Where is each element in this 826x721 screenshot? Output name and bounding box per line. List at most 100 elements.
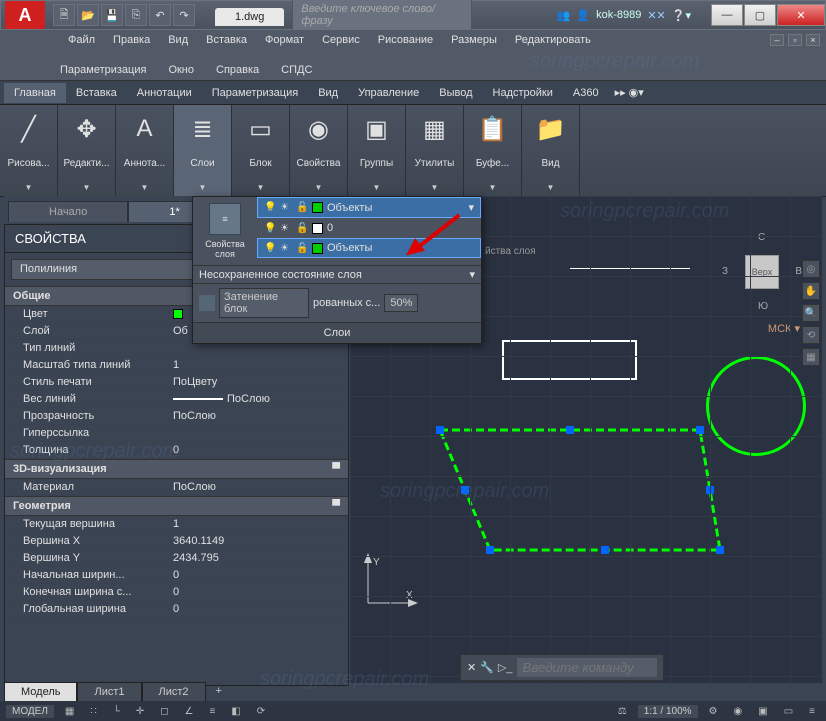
fade-percent-input[interactable]: 50% bbox=[384, 294, 418, 312]
minimize-button[interactable]: — bbox=[711, 4, 743, 26]
panel-[interactable]: A Аннота... ▼ bbox=[116, 105, 174, 196]
file-tab-start[interactable]: Начало bbox=[8, 201, 128, 222]
menu-view[interactable]: Вид bbox=[166, 32, 190, 48]
prop-row[interactable]: ПрозрачностьПоСлою bbox=[5, 408, 348, 425]
orbit-icon[interactable]: ⟲ bbox=[802, 326, 820, 344]
prop-val[interactable]: ПоСлою bbox=[173, 393, 348, 405]
color-swatch[interactable] bbox=[312, 223, 323, 234]
prop-val[interactable]: 3640.1149 bbox=[173, 535, 348, 547]
prop-row[interactable]: Стиль печатиПоЦвету bbox=[5, 374, 348, 391]
undo-icon[interactable]: ↶ bbox=[149, 4, 171, 26]
bulb-icon[interactable]: 💡 bbox=[264, 223, 276, 234]
menu-help[interactable]: Справка bbox=[214, 62, 261, 78]
help-dropdown-icon[interactable]: ❔▾ bbox=[672, 9, 691, 22]
tab-home[interactable]: Главная bbox=[4, 83, 66, 103]
search-input[interactable]: Введите ключевое слово/фразу bbox=[292, 0, 472, 31]
color-swatch[interactable] bbox=[312, 202, 323, 213]
pan-icon[interactable]: ✋ bbox=[802, 282, 820, 300]
prop-group[interactable]: 3D-визуализация▀ bbox=[5, 459, 348, 479]
panel-[interactable]: ✥ Редакти... ▼ bbox=[58, 105, 116, 196]
command-line[interactable]: ✕ 🔧 ▷_ bbox=[460, 654, 664, 681]
prop-val[interactable]: ПоЦвету bbox=[173, 376, 348, 388]
layer-tool-icon[interactable] bbox=[199, 295, 215, 311]
prop-row[interactable]: Вершина X3640.1149 bbox=[5, 533, 348, 550]
layout-tab-model[interactable]: Модель bbox=[4, 682, 77, 702]
signin-icon[interactable]: 👤 bbox=[576, 9, 590, 22]
tab-parametric[interactable]: Параметризация bbox=[202, 83, 308, 103]
clean-icon[interactable]: ▭ bbox=[779, 705, 798, 718]
panel-menu-icon[interactable]: ▼ bbox=[294, 180, 343, 194]
tab-output[interactable]: Вывод bbox=[429, 83, 482, 103]
annoscale-icon[interactable]: ⚖ bbox=[613, 705, 632, 718]
prop-val[interactable]: 2434.795 bbox=[173, 552, 348, 564]
prop-row[interactable]: Глобальная ширина0 bbox=[5, 601, 348, 618]
layer-state-selector[interactable]: Несохраненное состояние слоя ▾ bbox=[193, 265, 481, 283]
menu-spds[interactable]: СПДС bbox=[279, 62, 314, 78]
color-swatch[interactable] bbox=[312, 243, 323, 254]
exchange-icon[interactable]: ✕✕ bbox=[647, 9, 665, 22]
prop-row[interactable]: Конечная ширина с...0 bbox=[5, 584, 348, 601]
menu-tools[interactable]: Сервис bbox=[320, 32, 362, 48]
layout-tab-2[interactable]: Лист2 bbox=[142, 682, 206, 702]
menu-file[interactable]: Файл bbox=[66, 32, 97, 48]
panel-menu-icon[interactable]: ▼ bbox=[4, 180, 53, 194]
snap-icon[interactable]: ∷ bbox=[85, 705, 101, 718]
maximize-button[interactable]: ▢ bbox=[744, 4, 776, 26]
layer-row[interactable]: 💡 ☀ 🔓 0 bbox=[257, 218, 481, 238]
coord-system-label[interactable]: МСК ▾ bbox=[768, 322, 800, 335]
prop-group[interactable]: Геометрия▀ bbox=[5, 496, 348, 516]
panel-[interactable]: ▭ Блок ▼ bbox=[232, 105, 290, 196]
menu-window[interactable]: Окно bbox=[166, 62, 196, 78]
prop-row[interactable]: Вес линий ПоСлою bbox=[5, 391, 348, 408]
customize-status-icon[interactable]: ≡ bbox=[804, 705, 820, 718]
collab-icon[interactable]: 👥 bbox=[557, 9, 571, 22]
prop-row[interactable]: Начальная ширин...0 bbox=[5, 567, 348, 584]
tab-insert[interactable]: Вставка bbox=[66, 83, 127, 103]
panel-[interactable]: ╱ Рисова... ▼ bbox=[0, 105, 58, 196]
new-icon[interactable]: 🗎 bbox=[53, 4, 75, 26]
tab-annotate[interactable]: Аннотации bbox=[127, 83, 202, 103]
lineweight-icon[interactable]: ≡ bbox=[205, 705, 221, 718]
menu-edit[interactable]: Правка bbox=[111, 32, 152, 48]
panel-menu-icon[interactable]: ▼ bbox=[120, 180, 169, 194]
command-input[interactable] bbox=[517, 658, 657, 677]
circle-object[interactable] bbox=[706, 356, 806, 456]
osnap-icon[interactable]: ◻ bbox=[155, 705, 173, 718]
recent-icon[interactable]: 🔧 bbox=[480, 661, 494, 674]
hardware-icon[interactable]: ▣ bbox=[753, 705, 772, 718]
panel-[interactable]: 📁 Вид ▼ bbox=[522, 105, 580, 196]
panel-menu-icon[interactable]: ▼ bbox=[410, 180, 459, 194]
tab-overflow-icon[interactable]: ▸▸ ◉▾ bbox=[615, 86, 644, 99]
prop-row[interactable]: Гиперссылка bbox=[5, 425, 348, 442]
showmotion-icon[interactable]: ▦ bbox=[802, 348, 820, 366]
layer-row[interactable]: 💡 ☀ 🔓 Объекты▾ bbox=[257, 197, 481, 218]
zoom-icon[interactable]: 🔍 bbox=[802, 304, 820, 322]
menu-parametric[interactable]: Параметризация bbox=[58, 62, 148, 78]
prop-val[interactable]: ПоСлою bbox=[173, 481, 348, 493]
panel-[interactable]: 📋 Буфе... ▼ bbox=[464, 105, 522, 196]
prop-row[interactable]: Текущая вершина1 bbox=[5, 516, 348, 533]
user-label[interactable]: kok-8989 bbox=[596, 9, 641, 21]
prop-row[interactable]: Вершина Y2434.795 bbox=[5, 550, 348, 567]
close-button[interactable]: ✕ bbox=[777, 4, 825, 26]
panel-menu-icon[interactable]: ▼ bbox=[236, 180, 285, 194]
app-logo[interactable]: A bbox=[5, 1, 45, 29]
doc-close-icon[interactable]: × bbox=[806, 34, 820, 46]
bulb-icon[interactable]: 💡 bbox=[264, 243, 276, 254]
tab-manage[interactable]: Управление bbox=[348, 83, 429, 103]
menu-format[interactable]: Формат bbox=[263, 32, 306, 48]
prop-val[interactable]: 1 bbox=[173, 518, 348, 530]
lock-icon[interactable]: 🔓 bbox=[296, 243, 308, 254]
layer-props-button[interactable]: ≡ Свойства слоя bbox=[193, 197, 257, 265]
lock-icon[interactable]: 🔓 bbox=[296, 223, 308, 234]
sun-icon[interactable]: ☀ bbox=[280, 223, 292, 234]
customize-icon[interactable]: ✕ bbox=[467, 661, 476, 674]
grid-icon[interactable]: ▦ bbox=[60, 705, 79, 718]
panel-[interactable]: ≣ Слои ▼ bbox=[174, 105, 232, 196]
layer-row[interactable]: 💡 ☀ 🔓 Объекты bbox=[257, 238, 481, 258]
saveas-icon[interactable]: ⎘ bbox=[125, 4, 147, 26]
layer-panel-footer[interactable]: Слои bbox=[193, 322, 481, 343]
rectangle-object[interactable] bbox=[502, 340, 637, 380]
redo-icon[interactable]: ↷ bbox=[173, 4, 195, 26]
doc-max-icon[interactable]: ▫ bbox=[788, 34, 802, 46]
